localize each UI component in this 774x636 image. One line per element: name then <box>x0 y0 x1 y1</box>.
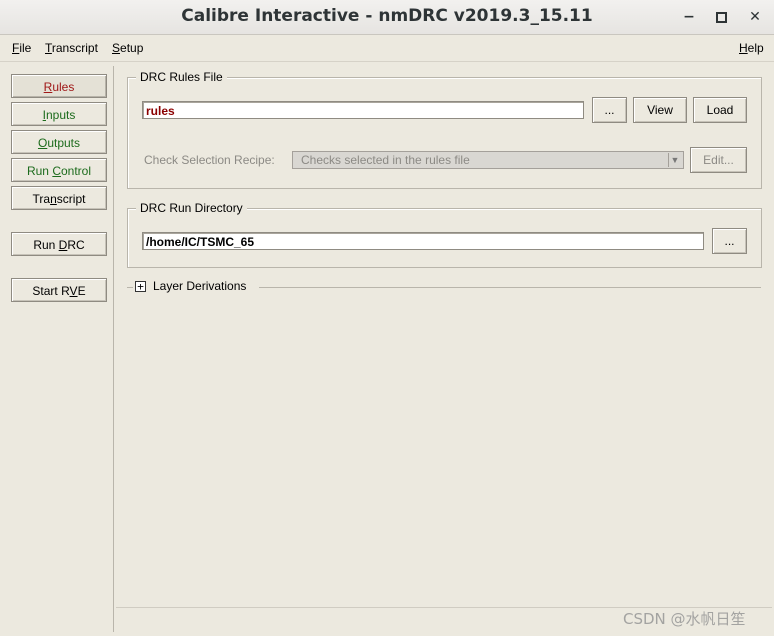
layer-derivations-divider-left <box>127 287 133 288</box>
run-drc-button[interactable]: Run DRC <box>11 232 107 256</box>
menu-bar: File Transcript Setup Help <box>0 35 774 62</box>
check-selection-recipe-label: Check Selection Recipe: <box>144 153 275 167</box>
title-bar: Calibre Interactive - nmDRC v2019.3_15.1… <box>0 0 774 35</box>
run-directory-input[interactable]: /home/IC/TSMC_65 <box>142 232 704 250</box>
menu-transcript[interactable]: Transcript <box>45 41 98 55</box>
close-icon[interactable]: ✕ <box>744 6 766 28</box>
view-button[interactable]: View <box>633 97 687 123</box>
rules-file-input[interactable]: rules <box>142 101 584 119</box>
check-selection-recipe-select[interactable]: Checks selected in the rules file ▼ <box>292 151 684 169</box>
run-directory-browse-button[interactable]: ... <box>712 228 747 254</box>
minimize-icon[interactable]: − <box>678 6 700 28</box>
menu-help[interactable]: Help <box>739 41 764 55</box>
drc-run-directory-label: DRC Run Directory <box>136 201 247 215</box>
nav-inputs-button[interactable]: Inputs <box>11 102 107 126</box>
check-selection-recipe-value: Checks selected in the rules file <box>301 153 470 167</box>
drc-rules-file-group: DRC Rules File <box>127 70 762 189</box>
nav-run-control-button[interactable]: Run Control <box>11 158 107 182</box>
maximize-icon[interactable] <box>710 6 732 28</box>
nav-transcript-button[interactable]: Transcript <box>11 186 107 210</box>
calibre-window: Calibre Interactive - nmDRC v2019.3_15.1… <box>0 0 774 636</box>
expand-plus-icon[interactable]: + <box>135 281 146 292</box>
menu-file[interactable]: File <box>12 41 31 55</box>
drc-rules-file-label: DRC Rules File <box>136 70 227 84</box>
nav-outputs-button[interactable]: Outputs <box>11 130 107 154</box>
nav-rules-button[interactable]: Rules <box>11 74 107 98</box>
layer-derivations-label[interactable]: Layer Derivations <box>153 279 246 293</box>
watermark: CSDN @水帆日笙 <box>623 610 746 628</box>
start-rve-button[interactable]: Start RVE <box>11 278 107 302</box>
navigation-panel: Rules Inputs Outputs Run Control Transcr… <box>7 66 114 632</box>
menu-setup[interactable]: Setup <box>112 41 143 55</box>
rules-browse-button[interactable]: ... <box>592 97 627 123</box>
edit-recipe-button[interactable]: Edit... <box>690 147 747 173</box>
layer-derivations-divider <box>259 287 761 288</box>
load-button[interactable]: Load <box>693 97 747 123</box>
chevron-down-icon: ▼ <box>668 153 681 167</box>
window-title: Calibre Interactive - nmDRC v2019.3_15.1… <box>181 6 593 26</box>
